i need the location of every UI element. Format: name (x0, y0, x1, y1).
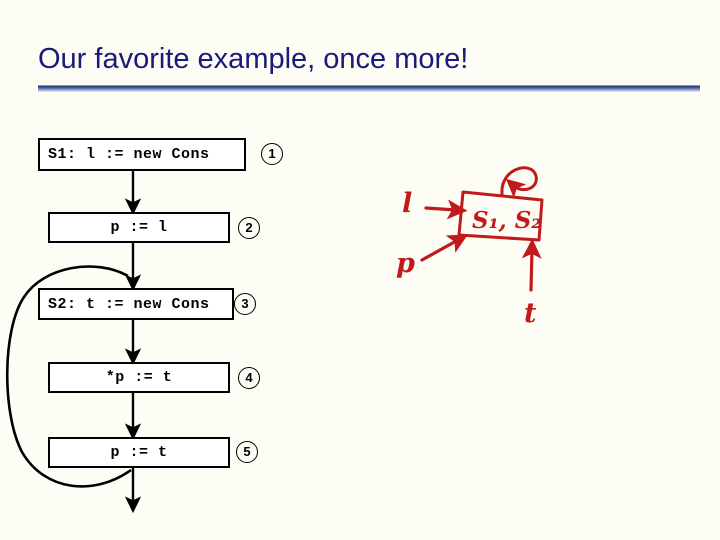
cfg-node-marker-2: 2 (238, 217, 260, 239)
cfg-node-marker-4: 4 (238, 367, 260, 389)
cfg-node-2-label: p := l (110, 219, 168, 236)
cfg-node-3[interactable]: S2: t := new Cons (38, 288, 234, 320)
cfg-node-marker-3: 3 (234, 293, 256, 315)
cfg-node-4-label: *p := t (105, 369, 173, 386)
cfg-node-marker-1: 1 (261, 143, 283, 165)
cfg-node-1[interactable]: S1: l := new Cons (38, 138, 246, 171)
handwritten-heap-annotation: S₁, S₂ l p t (396, 166, 544, 329)
cfg-node-3-label: S2: t := new Cons (48, 295, 210, 313)
slide: Our favorite example, once more! S1: l :… (0, 0, 720, 540)
cfg-node-marker-5: 5 (236, 441, 258, 463)
pointer-l-arrow (424, 199, 468, 220)
pointer-t-label: t (524, 298, 537, 329)
heap-cell-self-loop-arrow (500, 166, 538, 199)
cfg-node-2[interactable]: p := l (48, 212, 230, 243)
cfg-node-5-label: p := t (110, 444, 168, 461)
pointer-l-label: l (402, 188, 412, 219)
heap-cell-label: S₁, S₂ (472, 207, 541, 234)
cfg-node-5[interactable]: p := t (48, 437, 230, 468)
pointer-p-label: p (396, 248, 415, 279)
cfg-node-1-label: S1: l := new Cons (48, 146, 210, 163)
cfg-node-4[interactable]: *p := t (48, 362, 230, 393)
pointer-t-arrow (521, 238, 542, 292)
pointer-p-arrow (420, 234, 469, 262)
